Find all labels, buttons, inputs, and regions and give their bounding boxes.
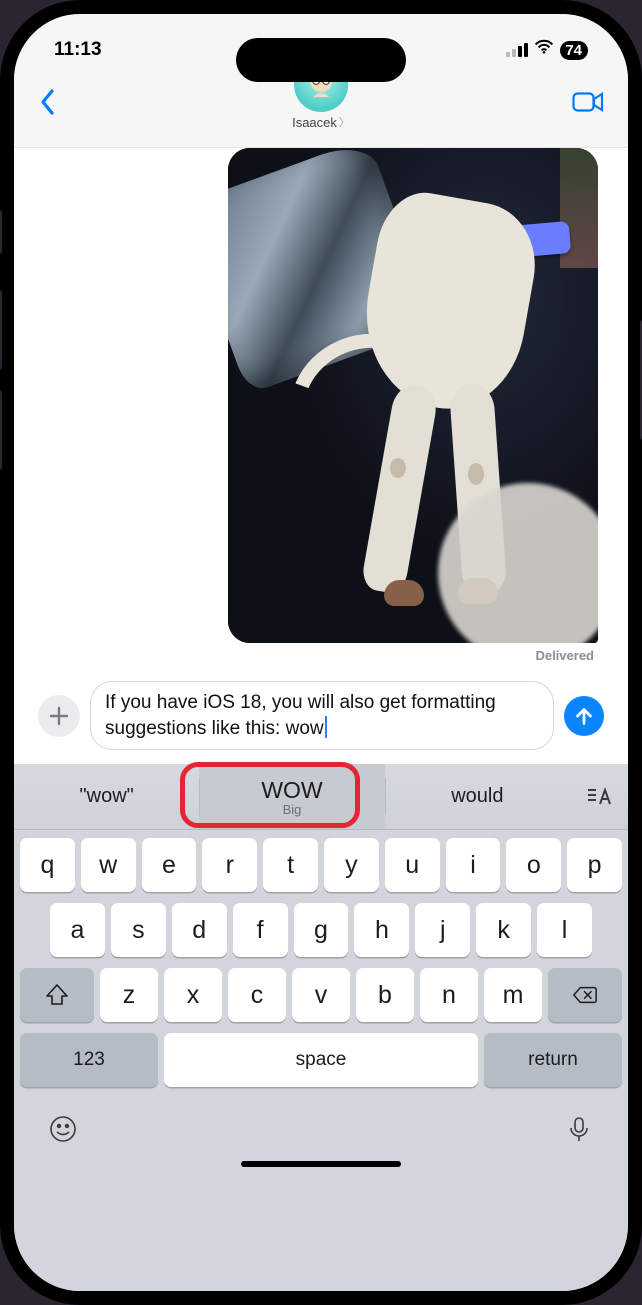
key-i[interactable]: i [446, 838, 501, 892]
screen: 11:13 74 [14, 14, 628, 1291]
key-y[interactable]: y [324, 838, 379, 892]
add-attachment-button[interactable] [38, 695, 80, 737]
key-e[interactable]: e [142, 838, 197, 892]
facetime-button[interactable] [572, 91, 604, 118]
key-c[interactable]: c [228, 968, 286, 1022]
keyboard: qwertyuiop asdfghjkl zxcvbnm 123 space r… [14, 830, 628, 1093]
silent-switch [0, 210, 2, 254]
key-n[interactable]: n [420, 968, 478, 1022]
key-l[interactable]: l [537, 903, 592, 957]
suggestion-center[interactable]: WOW Big [199, 764, 384, 829]
suggestion-right-label: would [451, 785, 503, 808]
key-a[interactable]: a [50, 903, 105, 957]
key-k[interactable]: k [476, 903, 531, 957]
key-u[interactable]: u [385, 838, 440, 892]
suggestion-right[interactable]: would [385, 764, 570, 829]
keyboard-bottom-row [14, 1093, 628, 1155]
volume-down-button [0, 390, 2, 470]
home-indicator[interactable] [14, 1155, 628, 1183]
send-button[interactable] [564, 696, 604, 736]
text-cursor [325, 716, 327, 738]
numbers-key[interactable]: 123 [20, 1033, 158, 1087]
key-x[interactable]: x [164, 968, 222, 1022]
volume-up-button [0, 290, 2, 370]
contact-name-label: Isaacek [292, 115, 337, 130]
suggestion-center-sublabel: Big [283, 802, 302, 817]
conversation-area: Delivered [14, 148, 628, 675]
cellular-signal-icon [506, 43, 528, 57]
key-m[interactable]: m [484, 968, 542, 1022]
compose-row: If you have iOS 18, you will also get fo… [14, 675, 628, 764]
shift-key[interactable] [20, 968, 94, 1022]
keyboard-area: "wow" WOW Big would qwertyu [14, 764, 628, 1291]
key-o[interactable]: o [506, 838, 561, 892]
chevron-right-icon: 〉 [339, 114, 350, 130]
message-input-text: If you have iOS 18, you will also get fo… [105, 692, 496, 739]
key-h[interactable]: h [354, 903, 409, 957]
sent-image-bubble[interactable] [228, 148, 598, 643]
space-key[interactable]: space [164, 1033, 478, 1087]
emoji-button[interactable] [48, 1114, 78, 1149]
delivered-label: Delivered [44, 648, 594, 663]
return-key[interactable]: return [484, 1033, 622, 1087]
back-button[interactable] [38, 88, 58, 121]
key-t[interactable]: t [263, 838, 318, 892]
key-b[interactable]: b [356, 968, 414, 1022]
key-z[interactable]: z [100, 968, 158, 1022]
key-r[interactable]: r [202, 838, 257, 892]
suggestion-left-label: "wow" [80, 785, 134, 808]
suggestion-center-label: WOW [261, 777, 322, 804]
status-time: 11:13 [54, 39, 102, 61]
key-f[interactable]: f [233, 903, 288, 957]
suggestion-left[interactable]: "wow" [14, 764, 199, 829]
dynamic-island [236, 38, 406, 82]
battery-indicator: 74 [560, 41, 588, 60]
key-p[interactable]: p [567, 838, 622, 892]
key-q[interactable]: q [20, 838, 75, 892]
key-g[interactable]: g [294, 903, 349, 957]
key-s[interactable]: s [111, 903, 166, 957]
phone-frame: 11:13 74 [0, 0, 642, 1305]
key-d[interactable]: d [172, 903, 227, 957]
text-format-button[interactable] [570, 764, 628, 829]
suggestion-bar: "wow" WOW Big would [14, 764, 628, 830]
key-v[interactable]: v [292, 968, 350, 1022]
message-input[interactable]: If you have iOS 18, you will also get fo… [90, 681, 554, 750]
dictation-button[interactable] [564, 1114, 594, 1149]
wifi-icon [534, 39, 554, 61]
delete-key[interactable] [548, 968, 622, 1022]
key-j[interactable]: j [415, 903, 470, 957]
key-w[interactable]: w [81, 838, 136, 892]
